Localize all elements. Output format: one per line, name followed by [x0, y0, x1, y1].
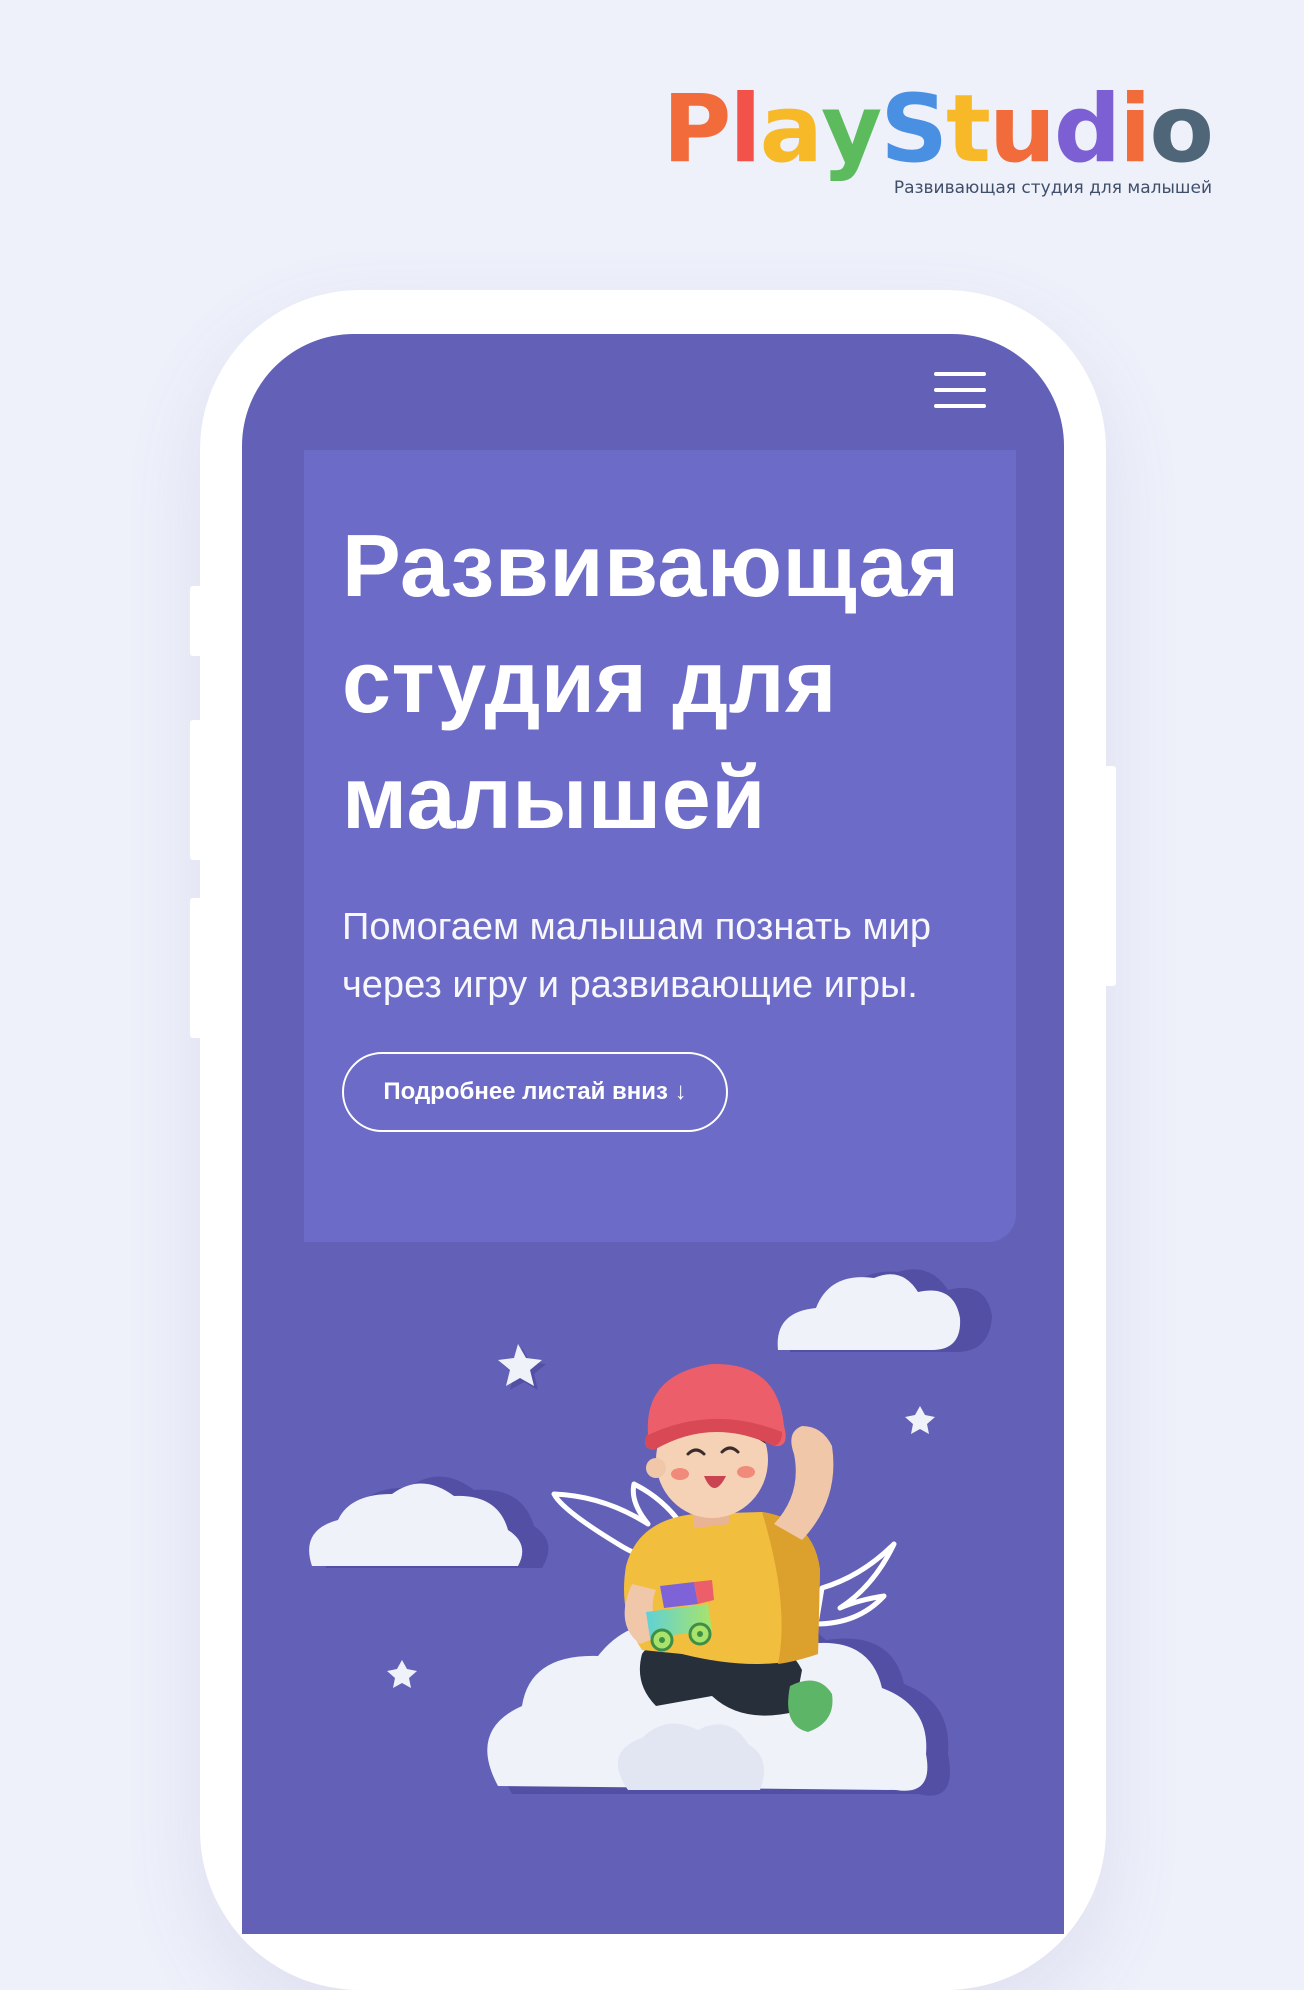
child-figure: [624, 1363, 834, 1732]
logo-letter: P: [662, 75, 731, 184]
logo-letter: o: [1149, 75, 1214, 184]
phone-side-button: [1102, 766, 1116, 986]
star-icon: [905, 1406, 935, 1434]
logo-letter: t: [946, 75, 991, 184]
hero-title-line: малышей: [342, 748, 766, 847]
cloud-top-right: [777, 1269, 992, 1352]
hamburger-menu-icon[interactable]: [934, 372, 986, 410]
star-icon: [498, 1344, 546, 1390]
logo-letter: S: [880, 75, 948, 184]
logo-wordmark: PlayStudio: [662, 75, 1214, 184]
hero-card: Развивающая студия для малышей Помогаем …: [304, 450, 1016, 1242]
menu-bar: [934, 372, 986, 376]
phone-side-button: [190, 720, 204, 860]
hero-subtitle: Помогаем малышам познать мир через игру …: [342, 898, 1002, 1014]
more-scroll-down-button[interactable]: Подробнее листай вниз ↓: [342, 1052, 728, 1132]
brand-logo[interactable]: PlayStudio Развивающая студия для малыше…: [662, 75, 1214, 199]
wing-left: [551, 1481, 697, 1561]
hero-title-line: Развивающая: [342, 516, 960, 615]
wing-right: [813, 1541, 897, 1627]
phone-side-button: [190, 898, 204, 1038]
hero-title: Развивающая студия для малышей: [342, 508, 1002, 856]
logo-letter: u: [988, 75, 1056, 184]
hero-subtitle-line: через игру и развивающие игры.: [342, 964, 918, 1006]
cloud-left: [309, 1476, 549, 1568]
hero-title-line: студия для: [342, 632, 837, 731]
menu-bar: [934, 404, 986, 408]
logo-letter: i: [1119, 75, 1151, 184]
logo-letter: a: [759, 75, 823, 184]
logo-letter: l: [729, 75, 761, 184]
logo-letter: y: [821, 75, 882, 184]
hero-subtitle-line: Помогаем малышам познать мир: [342, 906, 931, 948]
toy-car-icon: [646, 1580, 714, 1652]
phone-screen: Развивающая студия для малышей Помогаем …: [242, 334, 1064, 1934]
menu-bar: [934, 388, 986, 392]
phone-side-button: [190, 586, 204, 656]
cloud-main: [487, 1613, 950, 1796]
star-icon: [387, 1660, 417, 1688]
logo-letter: d: [1053, 75, 1121, 184]
